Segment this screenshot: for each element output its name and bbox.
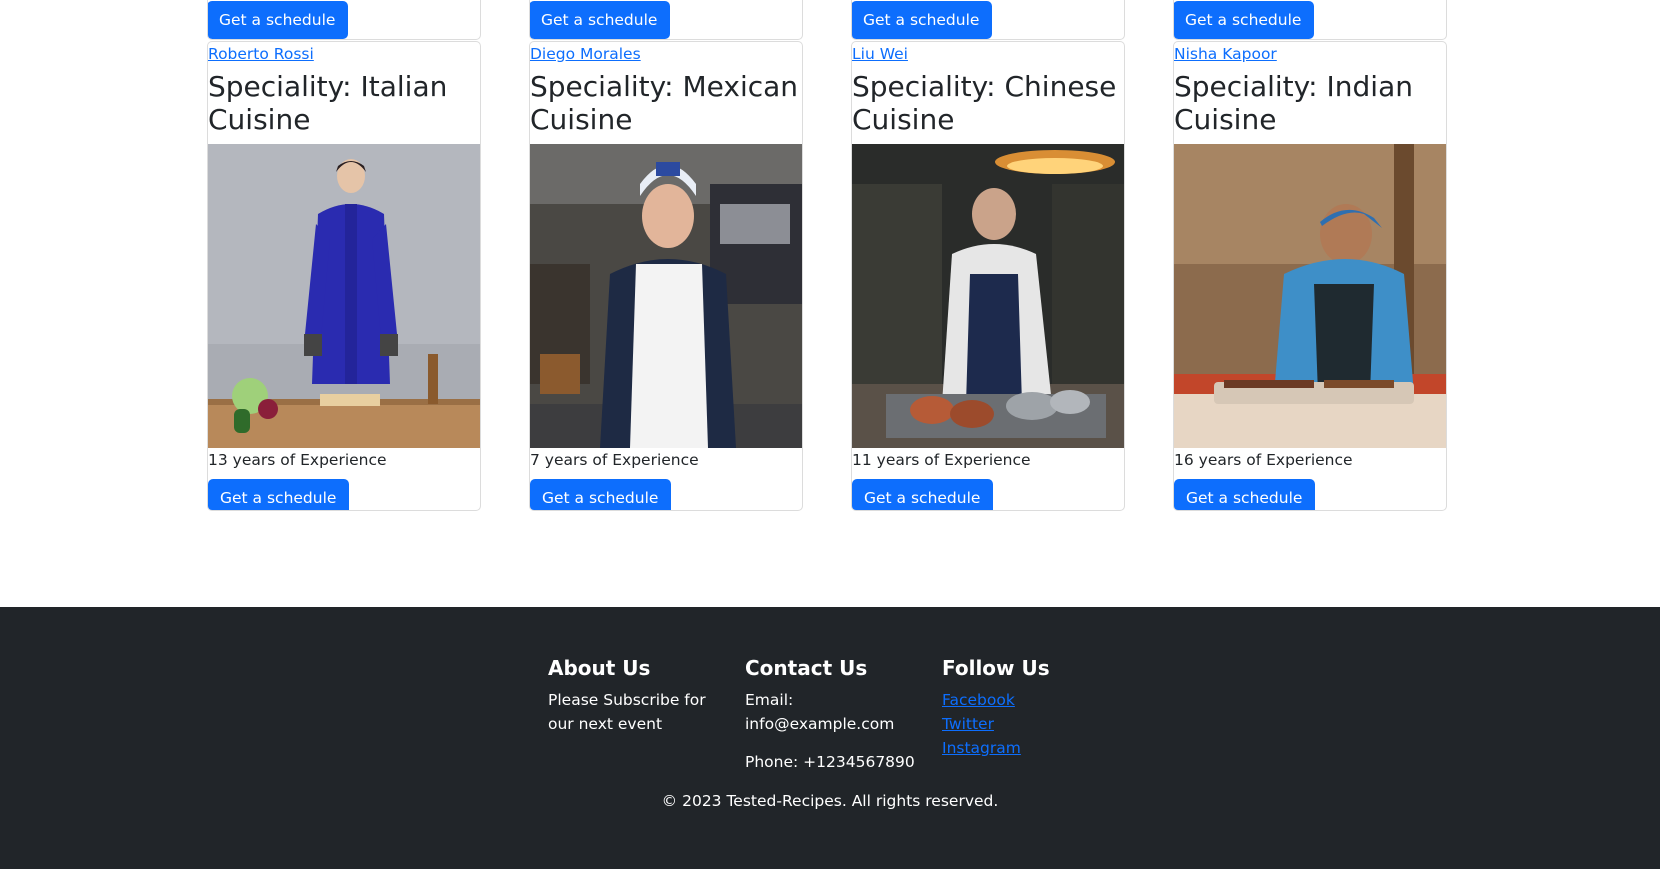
chef-card: Get a schedule xyxy=(1173,0,1447,40)
get-schedule-button[interactable]: Get a schedule xyxy=(852,1,993,39)
get-schedule-button[interactable]: Get a schedule xyxy=(530,479,672,510)
chef-speciality: Speciality: Chinese Cuisine xyxy=(852,70,1117,136)
chef-card-diego-morales: Diego Morales Speciality: Mexican Cuisin… xyxy=(529,41,803,511)
footer-about: About Us Please Subscribe for our next e… xyxy=(548,656,721,788)
chef-experience: 16 years of Experience xyxy=(1174,451,1353,469)
chef-speciality: Speciality: Mexican Cuisine xyxy=(530,70,799,136)
chef-card: Get a schedule xyxy=(529,0,803,40)
copyright-text: © 2023 Tested-Recipes. All rights reserv… xyxy=(661,792,999,810)
chef-name-link[interactable]: Nisha Kapoor xyxy=(1174,44,1446,64)
get-schedule-button[interactable]: Get a schedule xyxy=(1174,1,1315,39)
chef-photo xyxy=(208,144,480,448)
footer-follow-title: Follow Us xyxy=(942,656,1050,680)
chef-name-link[interactable]: Liu Wei xyxy=(852,44,1124,64)
previous-cards-row: Get a schedule Get a schedule Get a sche… xyxy=(207,0,1455,40)
footer-contact-title: Contact Us xyxy=(745,656,868,680)
chef-experience: 13 years of Experience xyxy=(208,451,387,469)
chef-card-liu-wei: Liu Wei Speciality: Chinese Cuisine 11 y… xyxy=(851,41,1125,511)
chef-cards-row: Roberto Rossi Speciality: Italian Cuisin… xyxy=(207,41,1455,511)
chef-experience: 7 years of Experience xyxy=(530,451,699,469)
chef-card-nisha-kapoor: Nisha Kapoor Speciality: Indian Cuisine … xyxy=(1173,41,1447,511)
footer-about-text: Please Subscribe for our next event xyxy=(548,691,706,733)
footer-columns: About Us Please Subscribe for our next e… xyxy=(548,656,1115,788)
instagram-link[interactable]: Instagram xyxy=(942,736,1115,760)
chef-speciality: Speciality: Italian Cuisine xyxy=(208,70,448,136)
chef-card: Get a schedule xyxy=(851,0,1125,40)
footer-about-title: About Us xyxy=(548,656,651,680)
facebook-link[interactable]: Facebook xyxy=(942,688,1115,712)
chef-photo xyxy=(852,144,1124,448)
chef-experience: 11 years of Experience xyxy=(852,451,1031,469)
chef-name-link[interactable]: Roberto Rossi xyxy=(208,44,480,64)
chef-speciality: Speciality: Indian Cuisine xyxy=(1174,70,1413,136)
chef-name-link[interactable]: Diego Morales xyxy=(530,44,802,64)
get-schedule-button[interactable]: Get a schedule xyxy=(530,1,671,39)
footer-contact-phone: Phone: +1234567890 xyxy=(745,753,915,771)
footer-follow: Follow Us Facebook Twitter Instagram xyxy=(942,656,1115,788)
get-schedule-button[interactable]: Get a schedule xyxy=(208,1,349,39)
chef-card: Get a schedule xyxy=(207,0,481,40)
chef-photo xyxy=(1174,144,1446,448)
get-schedule-button[interactable]: Get a schedule xyxy=(852,479,994,510)
get-schedule-button[interactable]: Get a schedule xyxy=(208,479,350,510)
chef-card-roberto-rossi: Roberto Rossi Speciality: Italian Cuisin… xyxy=(207,41,481,511)
footer-contact-email: Email: info@example.com xyxy=(745,691,895,733)
footer-contact: Contact Us Email: info@example.com Phone… xyxy=(745,656,918,788)
get-schedule-button[interactable]: Get a schedule xyxy=(1174,479,1316,510)
twitter-link[interactable]: Twitter xyxy=(942,712,1115,736)
chef-photo xyxy=(530,144,802,448)
site-footer: About Us Please Subscribe for our next e… xyxy=(0,607,1660,869)
